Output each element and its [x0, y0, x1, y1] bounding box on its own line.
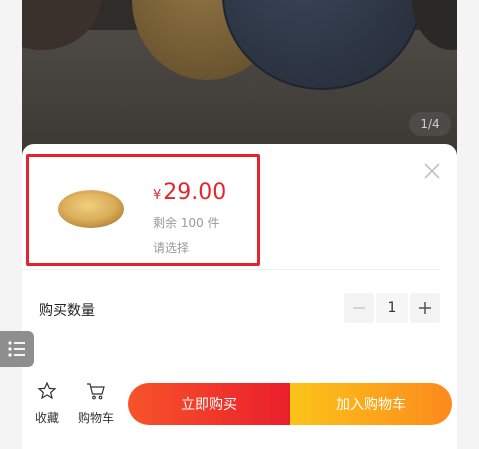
- cart-button[interactable]: 购物车: [76, 381, 116, 426]
- cart-icon: [87, 383, 105, 400]
- close-icon[interactable]: [421, 160, 443, 182]
- favorite-label: 收藏: [34, 411, 59, 425]
- plus-icon[interactable]: [410, 293, 440, 323]
- quantity-label: 购买数量: [39, 303, 95, 319]
- choose-hint: 请选择: [153, 241, 190, 255]
- quantity-stepper: 1: [344, 293, 440, 323]
- price-amount: 29.00: [163, 180, 227, 205]
- favorite-button[interactable]: 收藏: [27, 381, 67, 426]
- sku-price: ¥ 29.00: [153, 180, 226, 205]
- stock-remaining: 剩余 100 件: [153, 216, 220, 230]
- sku-thumbnail[interactable]: [56, 186, 126, 230]
- list-menu-icon[interactable]: [0, 331, 34, 367]
- divider: [22, 269, 440, 270]
- currency-symbol: ¥: [153, 188, 162, 203]
- bottom-action-bar: 收藏 购物车 立即购买 加入购物车: [22, 381, 457, 431]
- buy-now-button[interactable]: 立即购买: [128, 383, 290, 425]
- minus-icon[interactable]: [344, 293, 374, 323]
- quantity-value[interactable]: 1: [376, 293, 408, 323]
- cart-label: 购物车: [77, 411, 114, 425]
- product-photo[interactable]: 1/4: [22, 0, 457, 160]
- star-icon: [37, 381, 57, 400]
- photo-page-indicator: 1/4: [409, 112, 451, 136]
- page: 1/4 ¥ 29.00 剩余 100 件 请选择 购买数量 1 收藏 购物车 立…: [0, 0, 479, 449]
- add-to-cart-button[interactable]: 加入购物车: [290, 383, 452, 425]
